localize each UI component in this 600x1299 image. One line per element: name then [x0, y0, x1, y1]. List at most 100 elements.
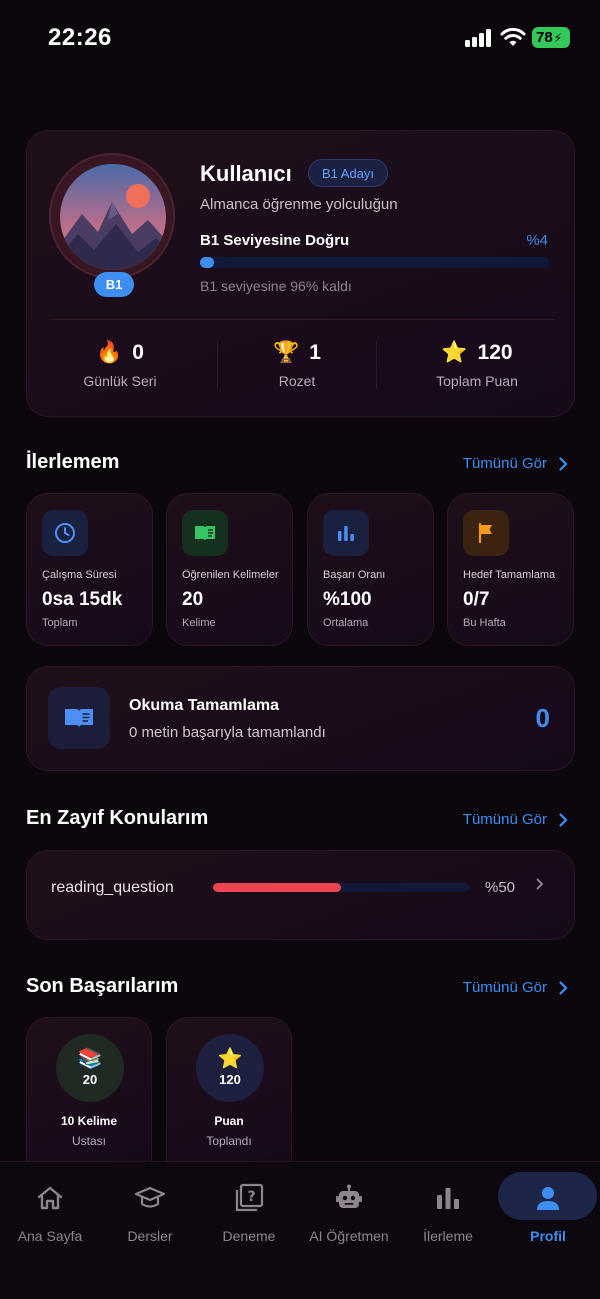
status-time: 22:26 — [48, 24, 112, 51]
stat-value: 0 — [132, 341, 144, 364]
level-progress-fill — [200, 257, 214, 268]
signal-icon — [465, 29, 493, 47]
battery-level: 78 — [536, 29, 553, 46]
see-all-label: Tümünü Gör — [462, 455, 547, 472]
weak-topic-row[interactable]: reading_question %50 — [26, 850, 575, 940]
robot-icon — [333, 1182, 365, 1214]
bottom-navigation: Ana Sayfa Dersler ? Deneme AI Öğretmen İ… — [0, 1161, 600, 1299]
level-progress-label: B1 Seviyesine Doğru — [200, 232, 350, 249]
bar-chart-icon — [432, 1182, 464, 1214]
home-icon — [34, 1182, 66, 1214]
fire-icon: 🔥 — [96, 341, 123, 364]
achievement-title: 10 Kelime — [60, 1114, 118, 1128]
chevron-right-icon — [536, 877, 544, 895]
see-all-label: Tümünü Gör — [462, 979, 547, 996]
open-book-icon — [48, 687, 110, 749]
reading-title: Okuma Tamamlama — [129, 697, 279, 714]
level-progress-bar — [200, 257, 549, 268]
nav-item-home[interactable]: Ana Sayfa — [0, 1162, 100, 1257]
progress-section-title: İlerlemem — [26, 451, 120, 473]
reading-count: 0 — [535, 703, 550, 733]
status-bar: 22:26 78 ⚡ — [0, 0, 600, 76]
card-title: Öğrenilen Kelimeler — [182, 569, 279, 581]
weak-topic-percent: %50 — [485, 879, 516, 896]
avatar[interactable] — [60, 164, 166, 270]
card-subtitle: Toplam — [42, 617, 78, 629]
stat-label: Rozet — [278, 373, 316, 389]
weak-topic-bar — [213, 883, 469, 892]
card-value: 20 — [182, 589, 204, 610]
book-icon — [182, 510, 228, 556]
weak-topic-name: reading_question — [51, 879, 174, 896]
progress-see-all-link[interactable]: Tümünü Gör — [463, 455, 568, 472]
battery-icon: 78 ⚡ — [532, 27, 570, 48]
achievement-badge: 📚 20 — [56, 1034, 124, 1102]
profile-card: B1 Kullanıcı B1 Adayı Almanca öğrenme yo… — [26, 130, 575, 417]
nav-label: Profil — [530, 1228, 566, 1244]
card-title: Hedef Tamamlama — [463, 569, 556, 581]
achievement-subtitle: Ustası — [71, 1134, 106, 1148]
chevron-right-icon — [559, 980, 568, 995]
achievement-number: 20 — [82, 1072, 98, 1087]
achievement-badge: ⭐ 120 — [196, 1034, 264, 1102]
study-time-card[interactable]: Çalışma Süresi 0sa 15dk Toplam — [26, 493, 153, 646]
card-title: Başarı Oranı — [323, 569, 386, 581]
nav-label: AI Öğretmen — [309, 1228, 389, 1244]
achievement-number: 120 — [219, 1072, 241, 1087]
stat-value: 120 — [477, 341, 513, 364]
goal-completion-card[interactable]: Hedef Tamamlama 0/7 Bu Hafta — [447, 493, 574, 646]
nav-label: Ana Sayfa — [17, 1228, 83, 1244]
see-all-label: Tümünü Gör — [462, 811, 547, 828]
graduation-cap-icon — [134, 1182, 166, 1214]
reading-completion-card[interactable]: Okuma Tamamlama 0 metin başarıyla tamaml… — [26, 666, 575, 771]
card-title: Çalışma Süresi — [42, 569, 117, 581]
weak-see-all-link[interactable]: Tümünü Gör — [463, 811, 568, 828]
level-badge: B1 — [94, 272, 134, 297]
achievements-section-title: Son Başarılarım — [26, 975, 179, 997]
card-value: 0/7 — [463, 589, 490, 610]
chevron-right-icon — [559, 456, 568, 471]
trophy-icon: 🏆 — [273, 341, 300, 364]
success-rate-card[interactable]: Başarı Oranı %100 Ortalama — [307, 493, 434, 646]
nav-item-ai-teacher[interactable]: AI Öğretmen — [299, 1162, 399, 1257]
stat-points: ⭐ 120 Toplam Puan — [397, 341, 557, 389]
weak-section-title: En Zayıf Konularım — [26, 807, 209, 829]
achievement-subtitle: Toplandı — [206, 1134, 252, 1148]
clock-icon — [42, 510, 88, 556]
chevron-right-icon — [559, 812, 568, 827]
card-value: 0sa 15dk — [42, 589, 123, 610]
nav-item-progress[interactable]: İlerleme — [398, 1162, 498, 1257]
user-name: Kullanıcı — [200, 161, 292, 186]
divider — [49, 319, 554, 320]
star-icon: ⭐ — [217, 1048, 243, 1070]
card-subtitle: Kelime — [182, 617, 216, 629]
nav-item-profile[interactable]: Profil — [498, 1162, 598, 1257]
wifi-icon — [500, 27, 526, 46]
books-icon: 📚 — [77, 1048, 103, 1070]
learned-words-card[interactable]: Öğrenilen Kelimeler 20 Kelime — [166, 493, 293, 646]
nav-label: Dersler — [127, 1228, 173, 1244]
stat-streak: 🔥 0 Günlük Seri — [40, 341, 200, 389]
svg-text:?: ? — [247, 1189, 255, 1205]
nav-item-quiz[interactable]: ? Deneme — [199, 1162, 299, 1257]
star-icon: ⭐ — [441, 341, 468, 364]
card-subtitle: Bu Hafta — [463, 617, 506, 629]
person-icon — [532, 1182, 564, 1214]
bar-chart-icon — [323, 510, 369, 556]
candidate-badge: B1 Adayı — [308, 159, 389, 187]
stat-value: 1 — [309, 341, 321, 364]
nav-label: Deneme — [222, 1228, 276, 1244]
achievements-see-all-link[interactable]: Tümünü Gör — [463, 979, 568, 996]
achievement-card[interactable]: ⭐ 120 Puan Toplandı — [166, 1017, 292, 1162]
card-value: %100 — [323, 589, 372, 610]
stat-separator — [376, 341, 377, 389]
profile-subtitle: Almanca öğrenme yolculuğun — [200, 196, 398, 213]
nav-label: İlerleme — [423, 1228, 473, 1244]
nav-item-lessons[interactable]: Dersler — [100, 1162, 200, 1257]
avatar-ring[interactable] — [49, 153, 175, 279]
reading-subtitle: 0 metin başarıyla tamamlandı — [129, 724, 326, 741]
achievement-card[interactable]: 📚 20 10 Kelime Ustası — [26, 1017, 152, 1162]
quiz-icon: ? — [233, 1182, 265, 1214]
stat-badges: 🏆 1 Rozet — [217, 341, 377, 389]
mountain-avatar-image — [60, 164, 166, 270]
